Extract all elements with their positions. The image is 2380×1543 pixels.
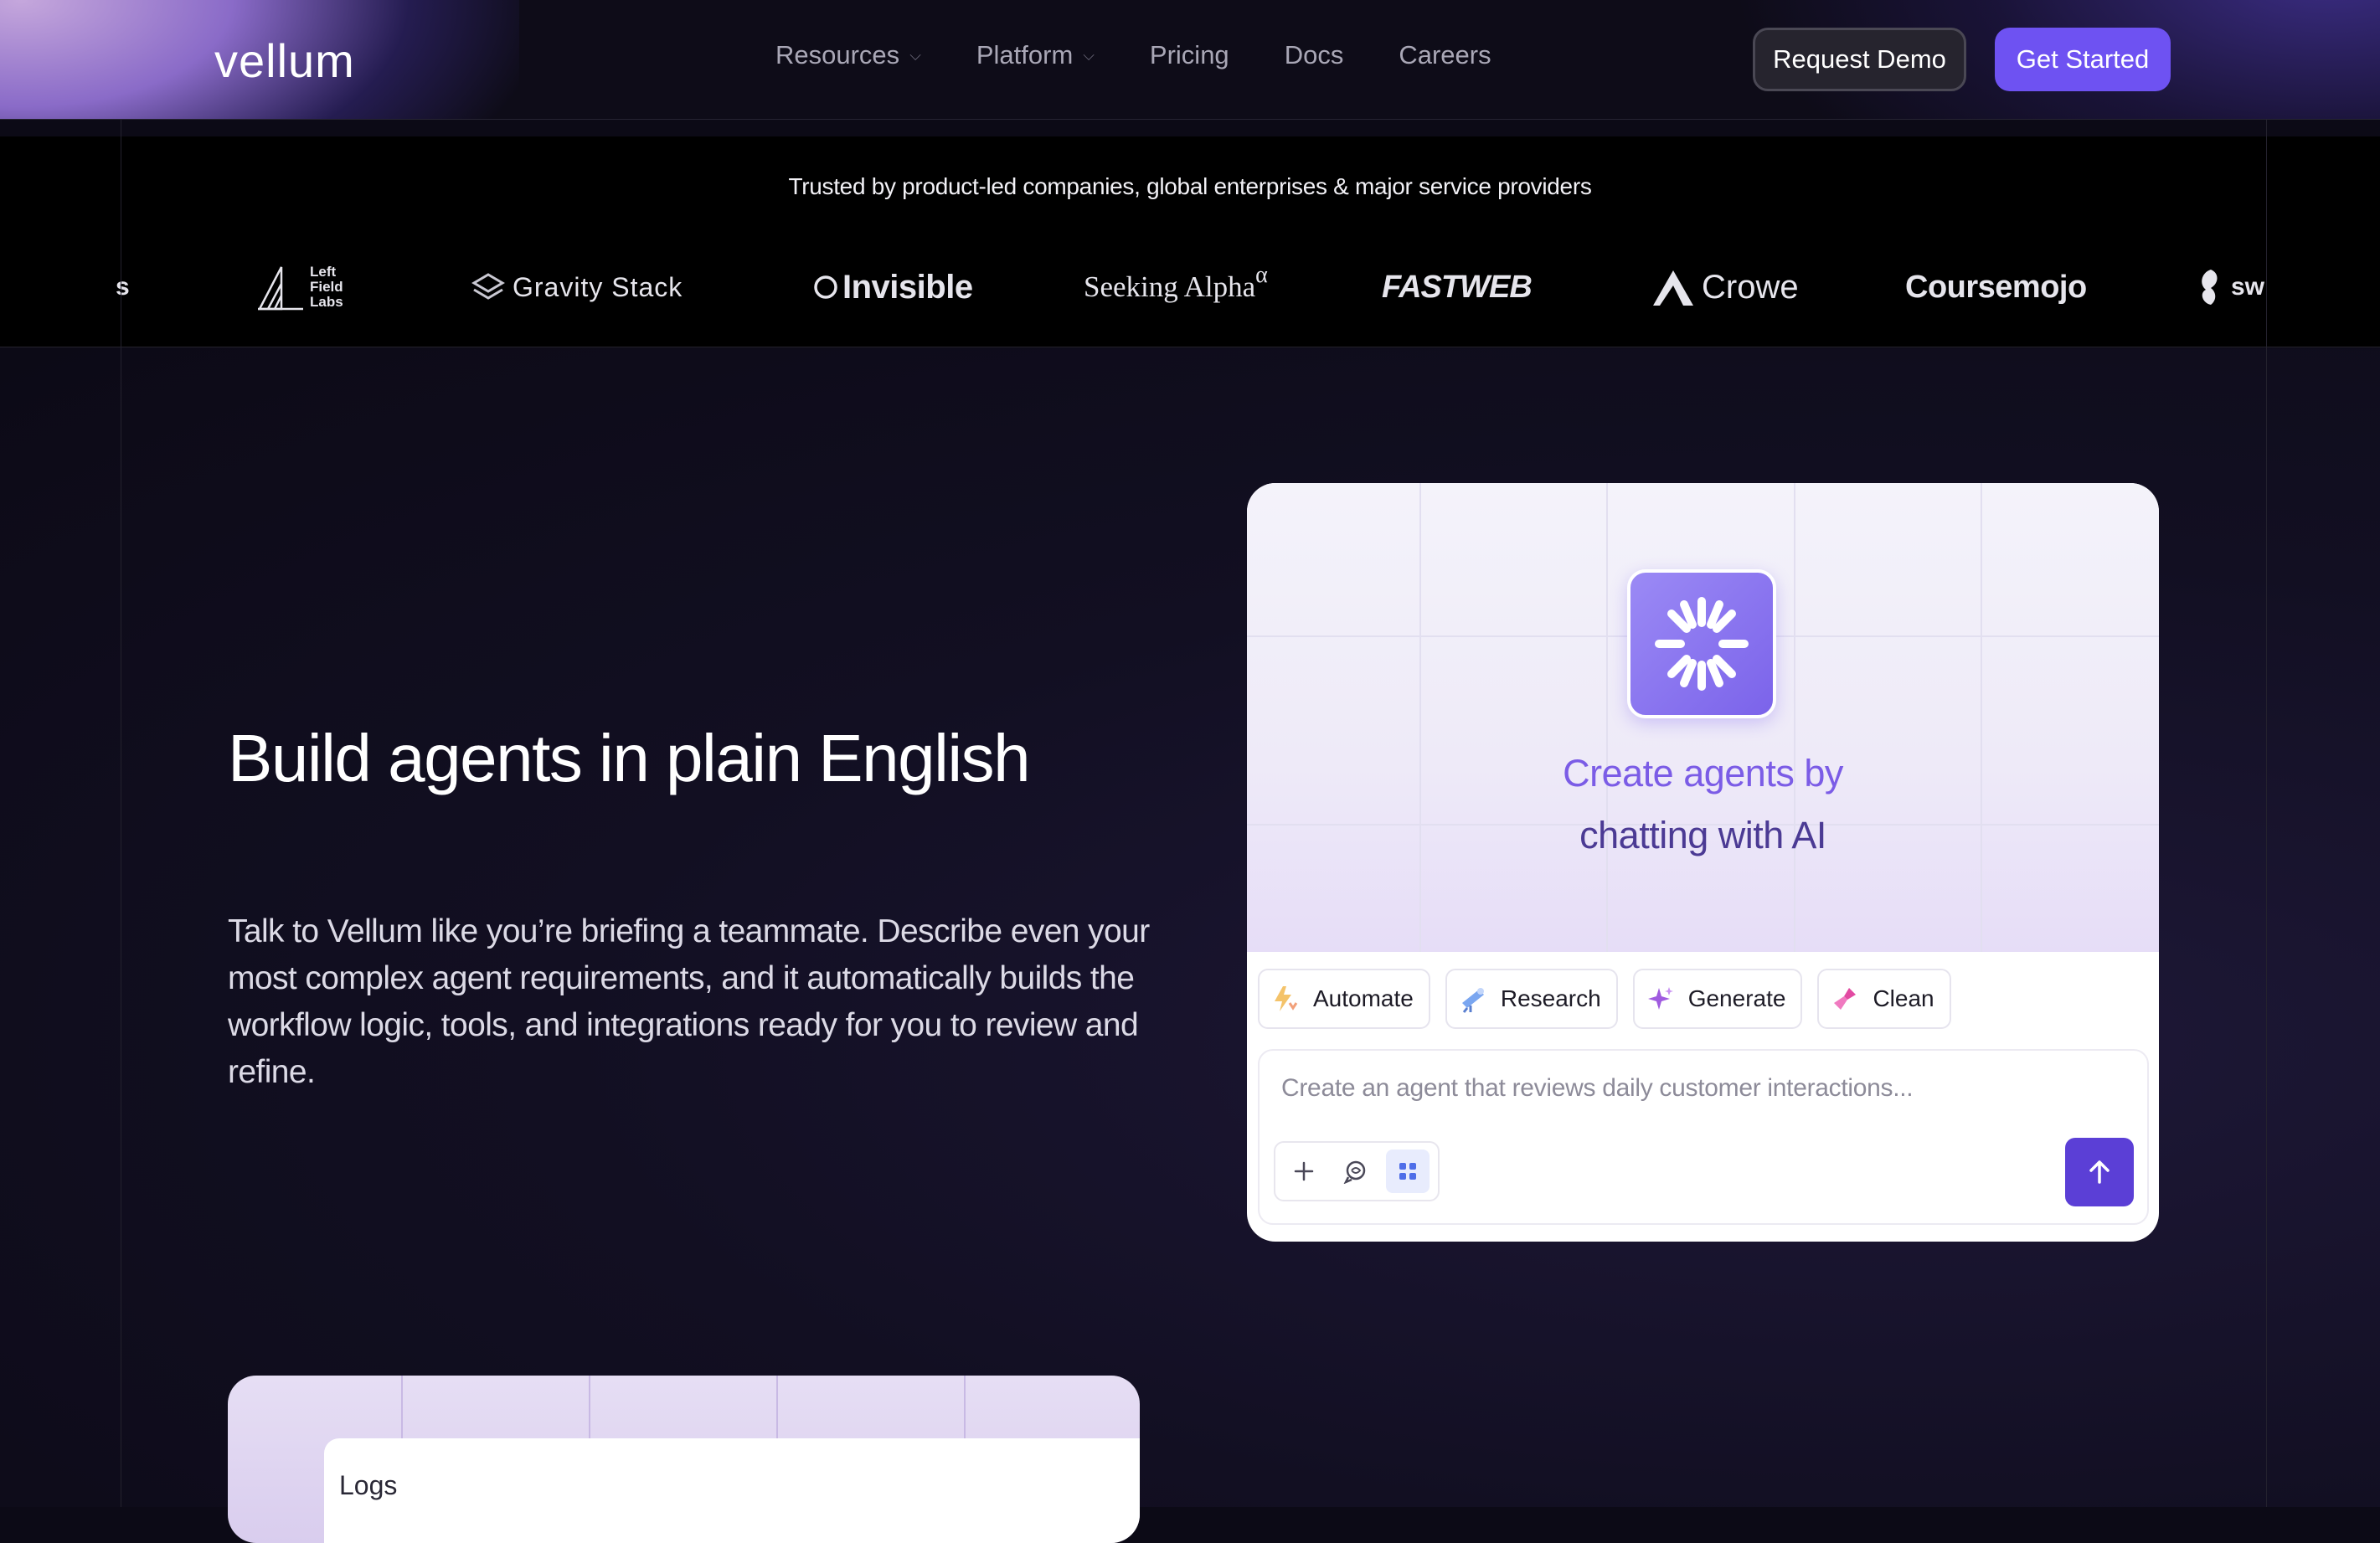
logo-text-left: Left bbox=[310, 264, 337, 280]
get-started-button[interactable]: Get Started bbox=[1995, 28, 2171, 91]
nav-link-label: Platform bbox=[976, 40, 1074, 69]
invisible-logo: Invisible bbox=[812, 254, 973, 321]
nav-link-platform[interactable]: Platform ⌵ bbox=[976, 40, 1095, 70]
gravity-stack-logo: Gravity Stack bbox=[471, 254, 683, 321]
seeking-alpha-text: Seeking Alpha bbox=[1084, 270, 1256, 303]
agent-builder-card: Create agents by chatting with AI Automa… bbox=[1247, 483, 2159, 1242]
arrow-up-icon bbox=[2089, 1160, 2110, 1184]
left-field-labs-mark-icon bbox=[257, 266, 303, 311]
research-icon bbox=[1461, 988, 1484, 1013]
hero-description: Talk to Vellum like you’re briefing a te… bbox=[228, 913, 1150, 1090]
crowe-text: Crowe bbox=[1702, 268, 1799, 306]
voice-icon[interactable] bbox=[1334, 1150, 1378, 1193]
sparkle-icon bbox=[1655, 597, 1749, 691]
request-demo-button[interactable]: Request Demo bbox=[1753, 28, 1966, 91]
fastweb-logo: FASTWEB bbox=[1382, 269, 1533, 305]
nav-link-careers[interactable]: Careers bbox=[1399, 40, 1491, 70]
vellum-logo[interactable]: vellum bbox=[214, 33, 355, 88]
chevron-down-icon: ⌵ bbox=[1083, 46, 1095, 64]
chip-generate[interactable]: Generate bbox=[1632, 969, 1803, 1029]
coursemojo-logo: Coursemojo bbox=[1905, 269, 2087, 305]
gravity-stack-text: Gravity Stack bbox=[513, 271, 683, 302]
card-header-area: Create agents by chatting with AI bbox=[1247, 483, 2159, 952]
chip-automate[interactable]: Automate bbox=[1258, 969, 1430, 1029]
partial-brand-mark-icon bbox=[2202, 270, 2218, 305]
chip-clean[interactable]: Clean bbox=[1817, 969, 1951, 1029]
card-title-line2: chatting with AI bbox=[1579, 814, 1826, 856]
partial-brand-text: sw bbox=[2231, 273, 2265, 301]
crowe-logo: Crowe bbox=[1651, 254, 1799, 321]
guide-line-right bbox=[2266, 120, 2267, 1507]
nav-link-docs[interactable]: Docs bbox=[1285, 40, 1344, 70]
hero-headline: Build agents in plain English bbox=[228, 721, 1031, 795]
chip-research[interactable]: Research bbox=[1445, 969, 1618, 1029]
grid-icon[interactable] bbox=[1386, 1150, 1430, 1193]
invisible-mark-icon bbox=[814, 275, 837, 299]
plus-icon[interactable] bbox=[1282, 1150, 1326, 1193]
chevron-down-icon: ⌵ bbox=[909, 46, 921, 64]
nav-link-label: Resources bbox=[775, 40, 900, 69]
prompt-input-placeholder[interactable]: Create an agent that reviews daily custo… bbox=[1281, 1074, 1914, 1103]
nav-link-label: Careers bbox=[1399, 40, 1491, 69]
suggestion-chips: Automate Research Generate Clean bbox=[1258, 969, 1951, 1029]
logo-text-labs: Labs bbox=[310, 294, 343, 310]
send-button[interactable] bbox=[2065, 1138, 2134, 1206]
nav-link-pricing[interactable]: Pricing bbox=[1150, 40, 1229, 70]
partial-logo-left: s bbox=[116, 273, 130, 301]
card-title: Create agents by chatting with AI bbox=[1247, 743, 2159, 867]
automate-icon bbox=[1275, 986, 1298, 1011]
logs-panel: Logs bbox=[324, 1438, 1140, 1543]
ai-sparkle-badge bbox=[1627, 569, 1776, 718]
nav-link-resources[interactable]: Resources ⌵ bbox=[775, 40, 921, 70]
chip-label: Automate bbox=[1313, 985, 1414, 1011]
alpha-mark: α bbox=[1255, 262, 1268, 288]
trusted-by-section: Trusted by product-led companies, global… bbox=[0, 136, 2380, 347]
generate-icon bbox=[1647, 987, 1673, 1010]
crowe-mark-icon bbox=[1653, 270, 1693, 306]
customer-logo-row: s Left Field Labs Gravity Stack Invisibl… bbox=[0, 254, 2380, 321]
chip-label: Research bbox=[1500, 985, 1601, 1011]
gravity-stack-mark-icon bbox=[471, 273, 505, 300]
nav-links: Resources ⌵ Platform ⌵ Pricing Docs Care… bbox=[775, 40, 1547, 70]
prompt-input-box[interactable]: Create an agent that reviews daily custo… bbox=[1258, 1049, 2149, 1225]
left-field-labs-logo: Left Field Labs bbox=[256, 254, 343, 321]
trusted-by-text: Trusted by product-led companies, global… bbox=[788, 173, 1592, 199]
seeking-alpha-logo: Seeking Alpha α bbox=[1084, 254, 1268, 321]
nav-link-label: Pricing bbox=[1149, 40, 1229, 69]
input-toolbar bbox=[1274, 1141, 1440, 1201]
logs-preview-card: Logs bbox=[228, 1376, 1140, 1543]
logo-text-field: Field bbox=[310, 279, 343, 295]
chip-label: Generate bbox=[1687, 985, 1786, 1011]
invisible-text: Invisible bbox=[842, 268, 973, 306]
top-navigation: vellum Resources ⌵ Platform ⌵ Pricing Do… bbox=[0, 0, 2380, 120]
card-title-line1: Create agents by bbox=[1563, 752, 1843, 795]
chip-label: Clean bbox=[1873, 985, 1934, 1011]
partial-logo-right: sw bbox=[2194, 254, 2264, 321]
logs-label: Logs bbox=[339, 1470, 398, 1500]
clean-icon bbox=[1834, 988, 1857, 1010]
nav-link-label: Docs bbox=[1284, 40, 1344, 69]
